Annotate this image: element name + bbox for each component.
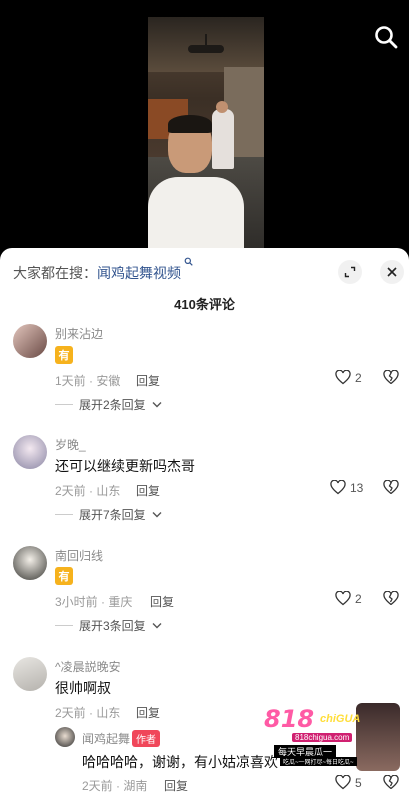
watermark-photo [356, 703, 400, 771]
watermark-subtext: 吃瓜~一网打尽~每日吃瓜~ [280, 757, 357, 766]
expand-button[interactable] [338, 260, 362, 284]
chevron-down-icon [152, 402, 162, 408]
comment-item: 南回归线 有 3小时前 · 重庆 回复 2 展开3条回复 [0, 542, 409, 642]
comment-username[interactable]: 别来沾边 [55, 325, 103, 342]
dislike-button[interactable] [383, 369, 399, 390]
close-icon [387, 267, 397, 277]
comment-username[interactable]: 南回归线 [55, 547, 103, 564]
avatar[interactable] [55, 727, 75, 747]
broken-heart-icon [383, 774, 399, 790]
dislike-button[interactable] [383, 590, 399, 611]
broken-heart-icon [383, 479, 399, 495]
avatar[interactable] [13, 435, 47, 469]
comment-text: 还可以继续更新吗杰哥 [55, 458, 195, 474]
watermark-url: 818chigua.com [292, 733, 353, 742]
reply-button[interactable]: 回复 [164, 777, 188, 794]
like-count: 2 [355, 591, 362, 606]
video-thumbnail[interactable] [148, 17, 264, 250]
comment-meta: 2天前 · 山东 [55, 706, 121, 720]
comment-sticker: 有 [55, 346, 73, 364]
reply-meta: 2天前 · 湖南 [82, 779, 148, 793]
chevron-down-icon [152, 623, 162, 629]
comments-count: 410条评论 [174, 297, 235, 312]
search-icon[interactable] [373, 24, 399, 50]
close-button[interactable] [380, 260, 404, 284]
chevron-down-icon [152, 512, 162, 518]
expand-replies-label: 展开3条回复 [79, 619, 146, 633]
search-mini-icon [181, 257, 193, 275]
search-suggestion[interactable]: 大家都在搜：闻鸡起舞视频 [13, 257, 193, 283]
watermark-logo: 818 [264, 705, 315, 733]
author-badge: 作者 [132, 730, 160, 747]
like-count: 2 [355, 370, 362, 385]
like-count: 5 [355, 775, 362, 790]
expand-replies-button[interactable]: 展开7条回复 [55, 506, 162, 523]
search-suggestion-keyword[interactable]: 闻鸡起舞视频 [97, 265, 181, 281]
broken-heart-icon [383, 590, 399, 606]
expand-replies-button[interactable]: 展开3条回复 [55, 617, 162, 634]
avatar[interactable] [13, 657, 47, 691]
reply-button[interactable]: 回复 [136, 482, 160, 499]
comment-username[interactable]: ^凌晨説晚安 [55, 658, 121, 675]
site-watermark: 818 chiGUA 818chigua.com 每天早晨瓜一 吃瓜~一网打尽~… [262, 703, 400, 771]
comment-text: 很帅啊叔 [55, 680, 111, 696]
heart-icon [335, 370, 351, 385]
reply-username[interactable]: 闻鸡起舞 [82, 730, 130, 747]
comments-topbar: 大家都在搜：闻鸡起舞视频 [0, 248, 409, 294]
avatar[interactable] [13, 324, 47, 358]
dislike-button[interactable] [383, 774, 399, 795]
comment-meta: 1天前 · 安徽 [55, 374, 121, 388]
expand-replies-button[interactable]: 展开2条回复 [55, 396, 162, 413]
reply-button[interactable]: 回复 [150, 593, 174, 610]
watermark-logo-sub: chiGUA [320, 713, 361, 725]
search-suggestion-prefix: 大家都在搜： [13, 265, 97, 281]
comment-sticker: 有 [55, 567, 73, 585]
reply-text: 哈哈哈哈，谢谢，有小姑凉喜欢 [82, 754, 278, 770]
comment-meta: 2天前 · 山东 [55, 484, 121, 498]
heart-icon [335, 591, 351, 606]
reply-button[interactable]: 回复 [136, 372, 160, 389]
heart-icon [335, 775, 351, 790]
like-button[interactable]: 5 [335, 775, 362, 790]
expand-replies-label: 展开7条回复 [79, 508, 146, 522]
reply-button[interactable]: 回复 [136, 704, 160, 721]
expand-replies-label: 展开2条回复 [79, 398, 146, 412]
heart-icon [330, 480, 346, 495]
avatar[interactable] [13, 546, 47, 580]
comment-meta: 3小时前 · 重庆 [55, 595, 133, 609]
comment-item: 别来沾边 有 1天前 · 安徽 回复 2 展开2条回复 [0, 320, 409, 420]
like-button[interactable]: 13 [330, 480, 363, 495]
comment-username[interactable]: 岁晚_ [55, 436, 86, 453]
comment-item: 岁晚_ 还可以继续更新吗杰哥 2天前 · 山东 回复 13 展开7条回复 [0, 431, 409, 531]
video-player[interactable] [0, 0, 409, 250]
dislike-button[interactable] [383, 479, 399, 500]
like-button[interactable]: 2 [335, 591, 362, 606]
like-count: 13 [350, 480, 364, 495]
broken-heart-icon [383, 369, 399, 385]
expand-icon [344, 266, 356, 278]
like-button[interactable]: 2 [335, 370, 362, 385]
